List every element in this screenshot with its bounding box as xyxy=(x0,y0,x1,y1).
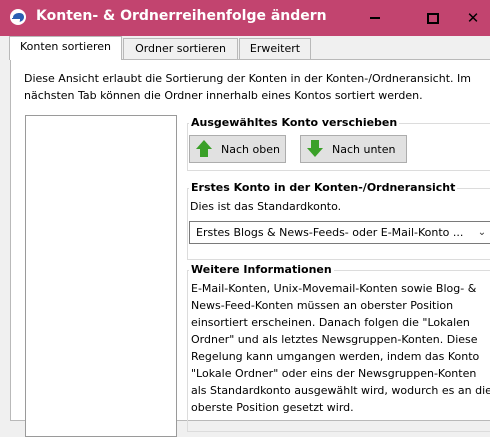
tab-panel: Diese Ansicht erlaubt die Sortierung der… xyxy=(10,59,490,437)
move-up-label: Nach oben xyxy=(221,142,280,156)
info-group-title: Weitere Informationen xyxy=(189,263,334,276)
tab-erweitert[interactable]: Erweitert xyxy=(239,38,311,59)
tab-ordner-sortieren[interactable]: Ordner sortieren xyxy=(123,38,238,59)
account-list[interactable] xyxy=(25,115,177,437)
move-down-button[interactable]: Nach unten xyxy=(300,135,407,163)
first-account-select-value: Erstes Blogs & News-Feeds- oder E-Mail-K… xyxy=(196,226,464,239)
intro-text: Diese Ansicht erlaubt die Sortierung der… xyxy=(24,72,471,102)
first-account-group-title: Erstes Konto in der Konten-/Ordneransich… xyxy=(189,181,458,194)
chevron-down-icon: ⌄ xyxy=(477,227,487,238)
title-bar: Konten- & Ordnerreihenfolge ändern ✕ xyxy=(0,0,490,36)
tab-bar: Konten sortieren Ordner sortieren Erweit… xyxy=(0,36,490,60)
default-account-description: Dies ist das Standardkonto. xyxy=(190,200,342,213)
tab-konten-sortieren[interactable]: Konten sortieren xyxy=(9,36,122,60)
move-group-title: Ausgewähltes Konto verschieben xyxy=(189,116,400,129)
arrow-down-icon xyxy=(306,140,324,158)
move-up-button[interactable]: Nach oben xyxy=(189,135,286,163)
arrow-up-icon xyxy=(195,140,213,158)
maximize-icon xyxy=(427,12,439,24)
thunderbird-icon xyxy=(10,9,26,25)
close-icon: ✕ xyxy=(466,8,480,27)
move-down-label: Nach unten xyxy=(332,142,396,156)
first-account-select[interactable]: Erstes Blogs & News-Feeds- oder E-Mail-K… xyxy=(189,221,490,244)
window-title: Konten- & Ordnerreihenfolge ändern xyxy=(36,8,327,24)
minimize-button[interactable] xyxy=(352,0,398,36)
info-text: E-Mail-Konten, Unix-Movemail-Konten sowi… xyxy=(191,282,490,414)
minimize-icon xyxy=(370,17,380,19)
maximize-button[interactable] xyxy=(410,0,456,36)
close-button[interactable]: ✕ xyxy=(456,0,490,36)
